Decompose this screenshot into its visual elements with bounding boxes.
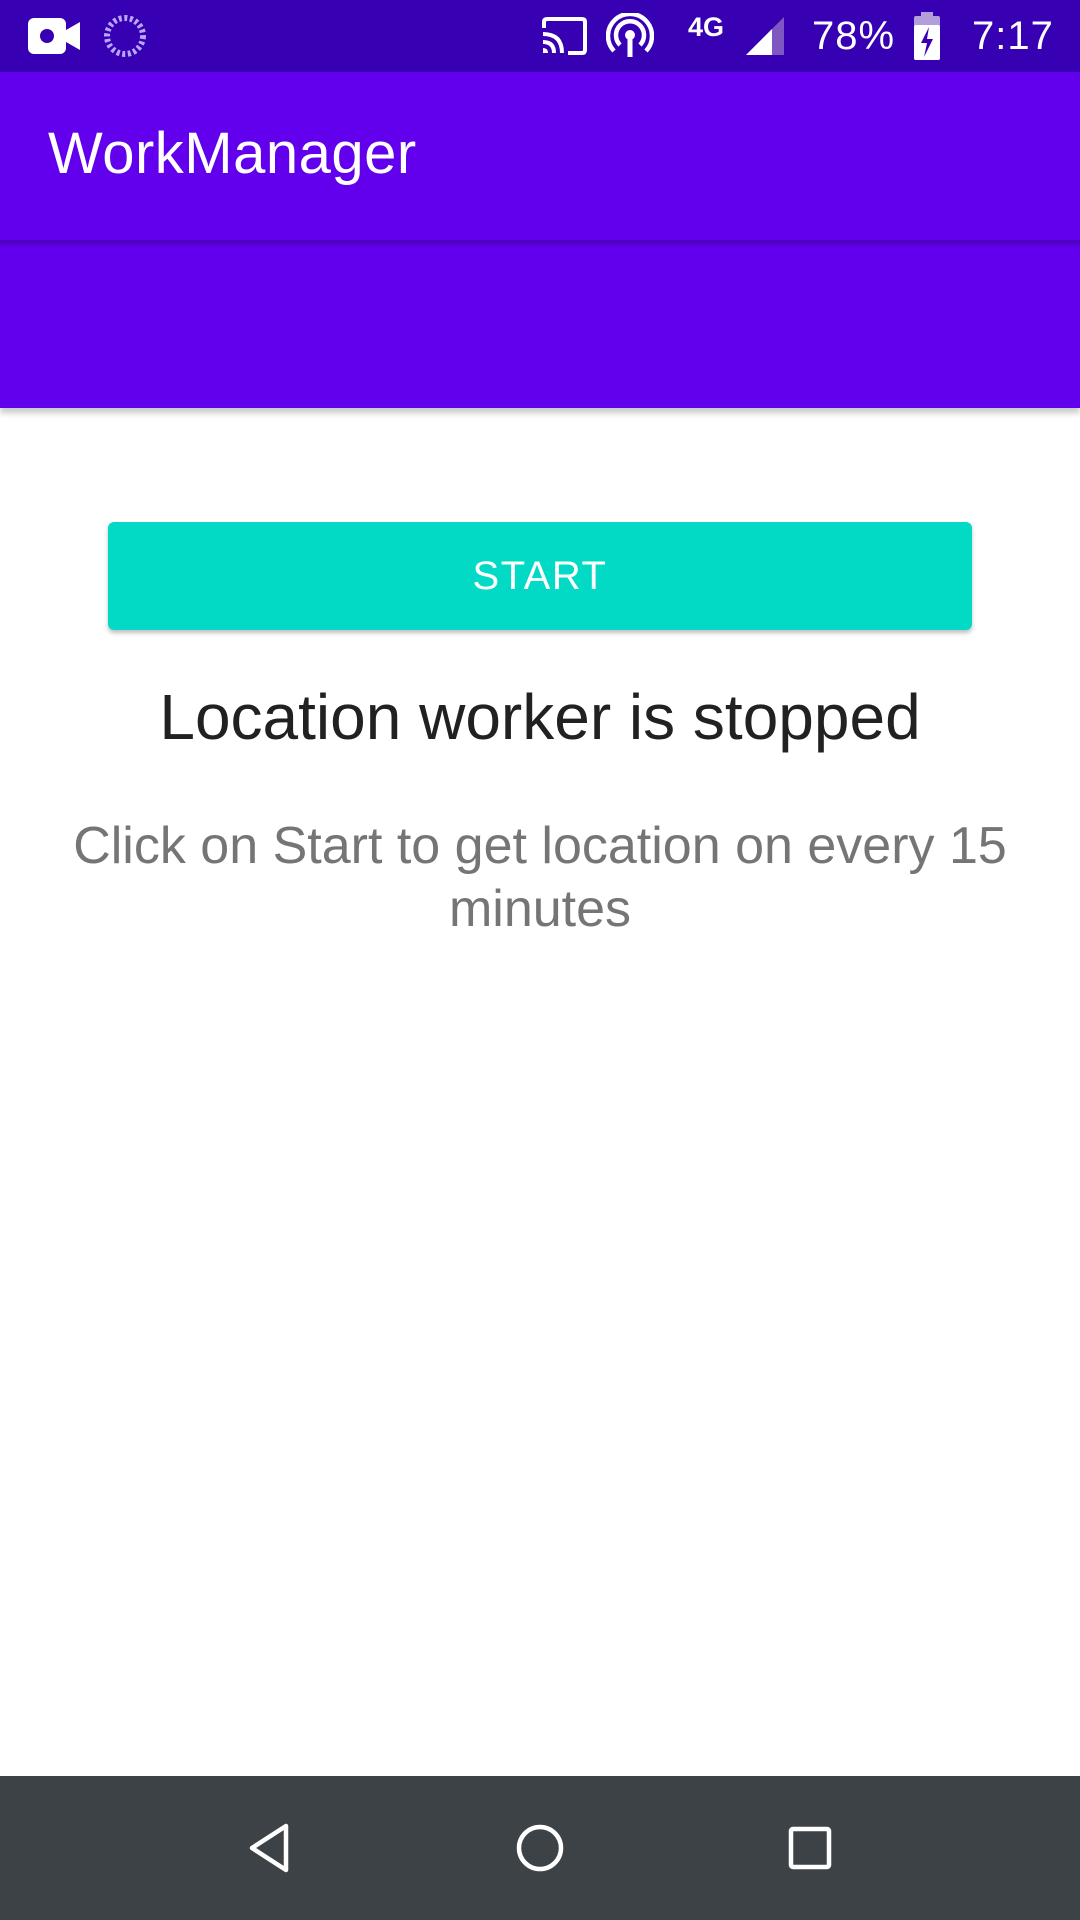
header-extension xyxy=(0,242,1080,408)
app-title: WorkManager xyxy=(48,121,417,186)
navigation-bar xyxy=(0,1776,1080,1920)
home-icon[interactable] xyxy=(468,1776,612,1920)
recents-icon[interactable] xyxy=(738,1776,882,1920)
network-type-text: 4G xyxy=(688,12,725,42)
clock-text: 7:17 xyxy=(972,13,1054,58)
sync-icon xyxy=(104,0,146,72)
screen: 4G 78% 7:17 WorkManager START Location w… xyxy=(0,0,1080,1920)
status-bar: 4G 78% 7:17 xyxy=(0,0,1080,72)
back-icon[interactable] xyxy=(198,1776,342,1920)
signal-icon xyxy=(744,0,786,72)
app-bar: WorkManager xyxy=(0,72,1080,242)
worker-status-description: Click on Start to get location on every … xyxy=(73,817,1007,938)
battery-charging-icon xyxy=(912,0,942,72)
toolbar-divider xyxy=(0,240,1080,248)
video-camera-icon xyxy=(26,0,82,72)
battery-text: 78% xyxy=(812,13,896,58)
start-button[interactable]: START xyxy=(108,522,972,630)
hotspot-icon xyxy=(606,0,654,72)
cast-icon xyxy=(540,0,588,72)
worker-status-title: Location worker is stopped xyxy=(159,681,921,753)
